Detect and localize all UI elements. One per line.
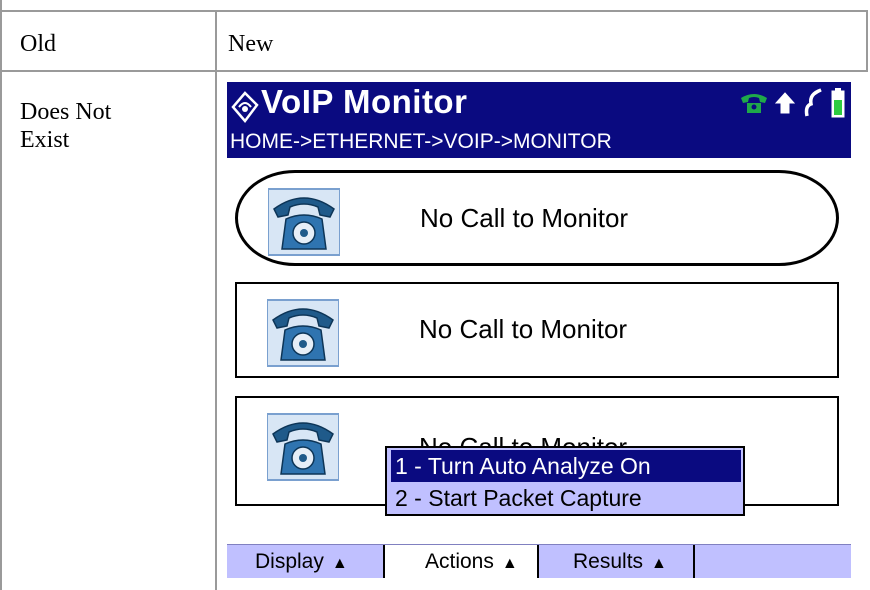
up-arrow-icon: ▲ bbox=[501, 555, 518, 572]
header-new: New bbox=[228, 31, 274, 57]
table-top-border bbox=[0, 10, 868, 12]
actions-softkey[interactable]: Actions ▲ bbox=[385, 545, 539, 578]
power-plug-icon bbox=[804, 88, 822, 117]
up-arrow-icon: ▲ bbox=[331, 555, 348, 572]
phone-icon bbox=[268, 188, 340, 256]
table-left-border bbox=[0, 0, 2, 590]
menu-item-packet-capture[interactable]: 2 - Start Packet Capture bbox=[391, 482, 741, 514]
actions-menu: 1 - Turn Auto Analyze On 2 - Start Packe… bbox=[385, 446, 745, 516]
actions-softkey-label: Actions bbox=[425, 550, 494, 573]
results-softkey-label: Results bbox=[573, 550, 644, 573]
call-slot-1[interactable]: No Call to Monitor bbox=[235, 170, 839, 266]
menu-item-auto-analyze[interactable]: 1 - Turn Auto Analyze On bbox=[391, 450, 741, 482]
call-slot-2[interactable]: No Call to Monitor bbox=[235, 282, 839, 378]
display-softkey[interactable]: Display ▲ bbox=[227, 545, 385, 578]
voip-monitor-icon bbox=[231, 91, 259, 123]
table-column-divider bbox=[215, 10, 217, 590]
old-cell-line1: Does Not bbox=[20, 99, 112, 125]
phone-icon bbox=[267, 413, 339, 481]
breadcrumb: HOME->ETHERNET->VOIP->MONITOR bbox=[230, 130, 612, 153]
up-arrow-icon: ▲ bbox=[651, 555, 667, 572]
battery-icon bbox=[831, 88, 845, 118]
display-softkey-label: Display bbox=[255, 550, 324, 573]
call-status-label: No Call to Monitor bbox=[420, 203, 629, 233]
table-right-border bbox=[866, 10, 868, 72]
phone-icon bbox=[267, 299, 339, 367]
device-screen: VoIP Monitor HOME->ETHERNET->VOIP->MONIT… bbox=[227, 82, 851, 578]
title-bar: VoIP Monitor HOME->ETHERNET->VOIP->MONIT… bbox=[227, 82, 851, 158]
phone-status-icon bbox=[741, 94, 767, 113]
upload-arrow-icon bbox=[775, 92, 795, 114]
table-header-divider bbox=[0, 70, 868, 72]
call-status-label: No Call to Monitor bbox=[419, 314, 628, 344]
softkey-bar: Display ▲ Actions ▲ Results ▲ bbox=[227, 544, 851, 578]
results-softkey[interactable]: Results ▲ bbox=[539, 545, 695, 578]
old-cell-line2: Exist bbox=[20, 127, 70, 153]
page-title: VoIP Monitor bbox=[261, 83, 468, 120]
status-icons bbox=[739, 88, 845, 118]
header-old: Old bbox=[20, 31, 56, 57]
